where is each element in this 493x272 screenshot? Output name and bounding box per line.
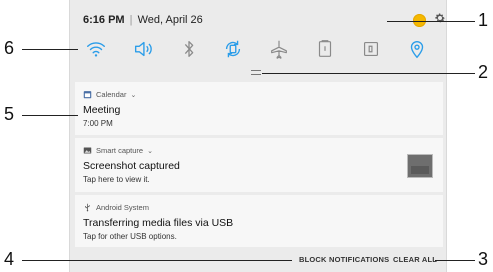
notification-app-name: Android System <box>96 203 149 212</box>
notification-text: 7:00 PM <box>83 119 113 128</box>
usb-icon <box>85 203 90 212</box>
callout-line-6 <box>22 49 78 50</box>
notification-title: Screenshot captured <box>83 160 180 172</box>
clear-all-button[interactable]: CLEAR ALL <box>393 255 437 264</box>
callout-number-6: 6 <box>4 38 15 58</box>
notification-footer: BLOCK NOTIFICATIONS CLEAR ALL <box>75 249 443 269</box>
notification-app-name: Smart capture <box>96 146 144 155</box>
notification-header: Smart capture ⌄ <box>83 146 435 155</box>
power-saving-icon[interactable] <box>360 38 382 60</box>
callout-number-3: 3 <box>478 249 489 269</box>
status-separator: | <box>129 14 133 26</box>
bluetooth-icon[interactable] <box>178 38 200 60</box>
callout-number-4: 4 <box>4 249 15 269</box>
notification-text: Tap for other USB options. <box>83 232 177 241</box>
drag-handle[interactable] <box>251 70 261 75</box>
location-icon[interactable] <box>406 38 428 60</box>
status-date: Wed, April 26 <box>137 14 203 26</box>
screenshot-thumbnail[interactable] <box>407 154 433 178</box>
settings-gear-icon[interactable] <box>434 12 446 24</box>
auto-rotate-icon[interactable] <box>222 38 244 60</box>
notification-app-name: Calendar <box>96 90 127 99</box>
status-bar: 6:16 PM | Wed, April 26 <box>83 14 203 26</box>
callout-number-5: 5 <box>4 104 15 124</box>
chevron-down-icon[interactable]: ⌄ <box>130 91 136 99</box>
wifi-icon[interactable] <box>85 38 107 60</box>
airplane-mode-icon[interactable] <box>268 38 290 60</box>
block-notifications-button[interactable]: BLOCK NOTIFICATIONS <box>299 255 389 264</box>
notification-header: Android System <box>83 203 435 212</box>
calendar-icon <box>83 91 92 99</box>
callout-line-4 <box>22 260 292 261</box>
notification-title: Meeting <box>83 104 121 116</box>
callout-line-3 <box>435 260 475 261</box>
notification-title: Transferring media files via USB <box>83 217 234 229</box>
notification-calendar[interactable]: Calendar ⌄ Meeting 7:00 PM <box>75 82 443 135</box>
callout-line-5 <box>22 115 78 116</box>
quick-settings-bar <box>70 38 448 60</box>
image-icon <box>83 147 92 154</box>
notification-panel: 6:16 PM | Wed, April 26 Calendar ⌄ Meeti… <box>69 0 447 272</box>
notification-android-system[interactable]: Android System Transferring media files … <box>75 195 443 247</box>
notification-smart-capture[interactable]: Smart capture ⌄ Screenshot captured Tap … <box>75 138 443 192</box>
chevron-down-icon[interactable]: ⌄ <box>147 147 153 155</box>
callout-line-2 <box>262 73 475 74</box>
notification-header: Calendar ⌄ <box>83 90 435 99</box>
sound-icon[interactable] <box>132 38 154 60</box>
callout-number-2: 2 <box>478 62 489 82</box>
callout-number-1: 1 <box>478 10 489 30</box>
flashlight-icon[interactable] <box>314 38 336 60</box>
callout-line-1 <box>387 21 475 22</box>
notification-text: Tap here to view it. <box>83 175 150 184</box>
status-time: 6:16 PM <box>83 14 125 26</box>
